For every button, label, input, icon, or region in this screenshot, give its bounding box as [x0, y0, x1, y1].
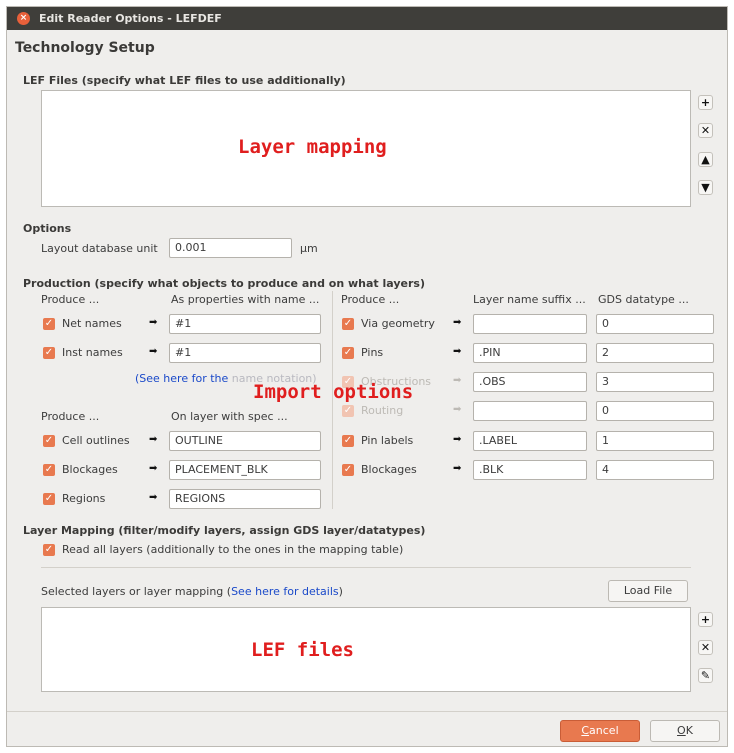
blockages-checkbox[interactable]: ✓ — [43, 464, 55, 476]
regions-checkbox[interactable]: ✓ — [43, 493, 55, 505]
layer-mapping-label: Layer Mapping (filter/modify layers, ass… — [23, 524, 426, 537]
regions-label: Regions — [62, 492, 106, 505]
produce-header-2: Produce ... — [41, 410, 100, 423]
suffix-header: Layer name suffix ... — [473, 293, 586, 306]
routing-suffix-input[interactable] — [473, 401, 587, 421]
arrow-right-icon: ➡ — [149, 434, 158, 445]
arrow-right-icon: ➡ — [453, 346, 462, 357]
title-bar: × Edit Reader Options - LEFDEF — [7, 7, 727, 30]
ok-button[interactable]: OK — [650, 720, 720, 742]
pin-labels-datatype-input[interactable]: 1 — [596, 431, 714, 451]
selected-layers-prefix: Selected layers or layer mapping ( — [41, 585, 232, 598]
via-geometry-datatype-input[interactable]: 0 — [596, 314, 714, 334]
overlay-label-import-options: Import options — [253, 381, 414, 403]
lef-files-label: LEF Files (specify what LEF files to use… — [23, 74, 346, 87]
details-link[interactable]: See here for details — [231, 585, 339, 598]
produce-header-right: Produce ... — [341, 293, 400, 306]
blockages-label: Blockages — [62, 463, 118, 476]
properties-header: As properties with name ... — [171, 293, 320, 306]
net-names-input[interactable]: #1 — [169, 314, 321, 334]
regions-input[interactable]: REGIONS — [169, 489, 321, 509]
overlay-label-layer-mapping: Layer mapping — [238, 136, 387, 158]
remove-icon[interactable]: ✕ — [698, 640, 713, 655]
pin-labels-suffix-input[interactable]: .LABEL — [473, 431, 587, 451]
produce-header: Produce ... — [41, 293, 100, 306]
read-all-layers-label: Read all layers (additionally to the one… — [62, 543, 404, 556]
blockages-right-checkbox[interactable]: ✓ — [342, 464, 354, 476]
lef-files-list[interactable]: Layer mapping — [41, 90, 691, 207]
footer-separator — [7, 711, 727, 712]
arrow-right-icon: ➡ — [453, 317, 462, 328]
blockages-datatype-input[interactable]: 4 — [596, 460, 714, 480]
pin-labels-checkbox[interactable]: ✓ — [342, 435, 354, 447]
arrow-right-icon: ➡ — [149, 492, 158, 503]
routing-label: Routing — [361, 404, 404, 417]
arrow-right-icon: ➡ — [453, 463, 462, 474]
load-file-button[interactable]: Load File — [608, 580, 688, 602]
arrow-right-icon: ➡ — [453, 404, 462, 415]
edit-icon[interactable]: ✎ — [698, 668, 713, 683]
obstructions-suffix-input[interactable]: .OBS — [473, 372, 587, 392]
pins-datatype-input[interactable]: 2 — [596, 343, 714, 363]
move-down-icon[interactable]: ▼ — [698, 180, 713, 195]
move-up-icon[interactable]: ▲ — [698, 152, 713, 167]
production-label: Production (specify what objects to prod… — [23, 277, 426, 290]
overlay-label-lef-files: LEF files — [251, 639, 354, 661]
routing-datatype-input[interactable]: 0 — [596, 401, 714, 421]
name-notation-link-text[interactable]: (See here for the — [135, 372, 232, 385]
pin-labels-label: Pin labels — [361, 434, 414, 447]
layer-mapping-list[interactable]: LEF files — [41, 607, 691, 692]
add-icon[interactable]: + — [698, 95, 713, 110]
pins-label: Pins — [361, 346, 384, 359]
via-geometry-checkbox[interactable]: ✓ — [342, 318, 354, 330]
blockages-suffix-input[interactable]: .BLK — [473, 460, 587, 480]
pins-suffix-input[interactable]: .PIN — [473, 343, 587, 363]
close-icon[interactable]: × — [17, 12, 30, 25]
arrow-right-icon: ➡ — [149, 317, 158, 328]
blockages-right-label: Blockages — [361, 463, 417, 476]
window-title: Edit Reader Options - LEFDEF — [39, 12, 222, 25]
selected-layers-suffix: ) — [338, 585, 343, 598]
cell-outlines-input[interactable]: OUTLINE — [169, 431, 321, 451]
inst-names-label: Inst names — [62, 346, 123, 359]
inst-names-checkbox[interactable]: ✓ — [43, 347, 55, 359]
arrow-right-icon: ➡ — [149, 463, 158, 474]
obstructions-datatype-input[interactable]: 3 — [596, 372, 714, 392]
page-title: Technology Setup — [15, 40, 155, 56]
cancel-button[interactable]: Cancel — [560, 720, 640, 742]
datatype-header: GDS datatype ... — [598, 293, 689, 306]
dbu-label: Layout database unit — [41, 242, 158, 255]
options-label: Options — [23, 222, 72, 235]
dbu-input[interactable]: 0.001 — [169, 238, 292, 258]
arrow-right-icon: ➡ — [149, 346, 158, 357]
selected-layers-label: Selected layers or layer mapping (See he… — [41, 585, 343, 598]
via-geometry-suffix-input[interactable] — [473, 314, 587, 334]
separator-line — [41, 567, 691, 568]
net-names-label: Net names — [62, 317, 122, 330]
routing-checkbox[interactable]: ✓ — [342, 405, 354, 417]
dbu-unit: µm — [300, 242, 318, 255]
inst-names-input[interactable]: #1 — [169, 343, 321, 363]
via-geometry-label: Via geometry — [361, 317, 435, 330]
layer-spec-header: On layer with spec ... — [171, 410, 288, 423]
cell-outlines-label: Cell outlines — [62, 434, 130, 447]
dialog-window: × Edit Reader Options - LEFDEF Technolog… — [6, 6, 728, 747]
add-icon[interactable]: + — [698, 612, 713, 627]
arrow-right-icon: ➡ — [453, 434, 462, 445]
pins-checkbox[interactable]: ✓ — [342, 347, 354, 359]
blockages-input[interactable]: PLACEMENT_BLK — [169, 460, 321, 480]
remove-icon[interactable]: ✕ — [698, 123, 713, 138]
cell-outlines-checkbox[interactable]: ✓ — [43, 435, 55, 447]
net-names-checkbox[interactable]: ✓ — [43, 318, 55, 330]
read-all-layers-checkbox[interactable]: ✓ — [43, 544, 55, 556]
arrow-right-icon: ➡ — [453, 375, 462, 386]
